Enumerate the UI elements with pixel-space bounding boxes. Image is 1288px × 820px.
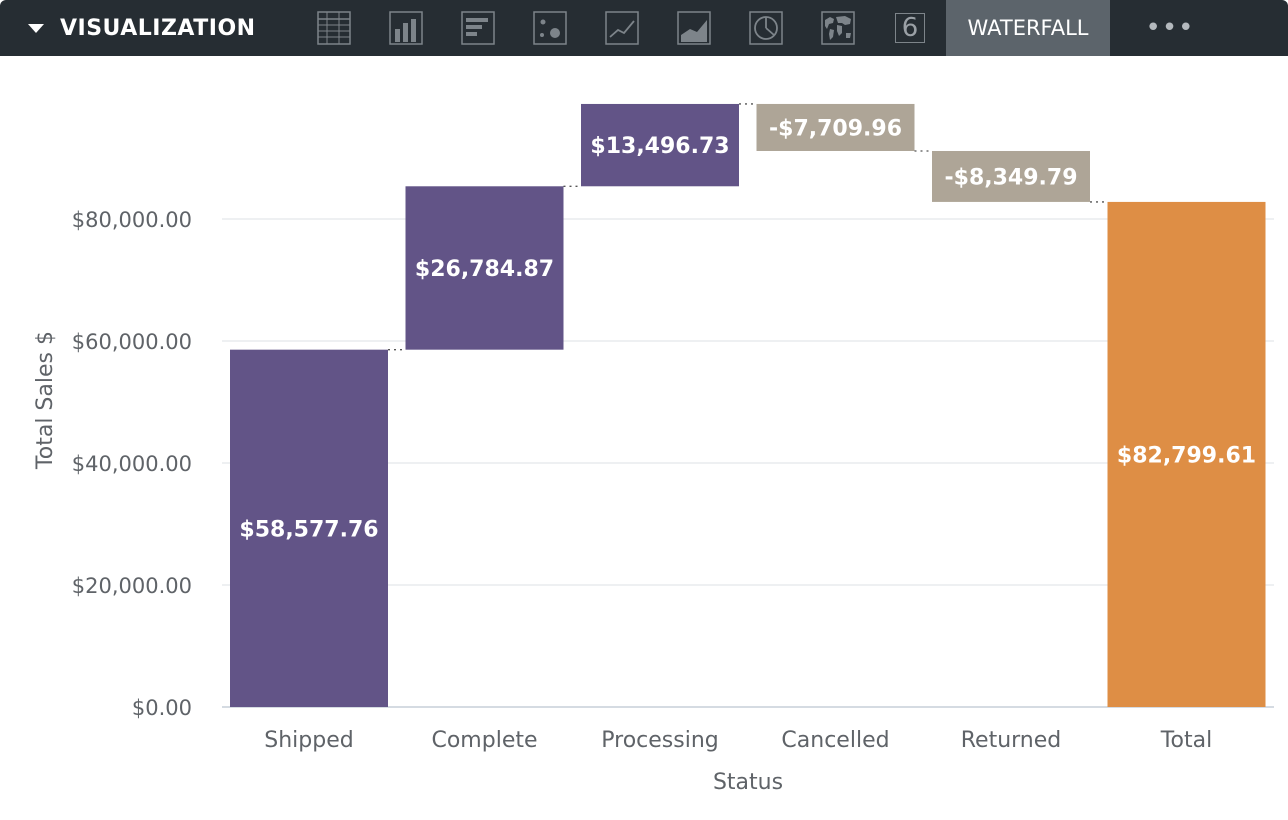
caret-down-icon (28, 23, 44, 33)
y-tick-label: $60,000.00 (72, 330, 192, 354)
data-label: $26,784.87 (415, 257, 554, 282)
x-tick-label: Complete (431, 728, 537, 753)
x-tick-label: Cancelled (781, 728, 889, 753)
tab-waterfall[interactable]: WATERFALL (946, 0, 1110, 56)
y-tick-label: $0.00 (132, 696, 192, 720)
more-options-label: ••• (1145, 13, 1195, 43)
y-tick-label: $80,000.00 (72, 208, 192, 232)
tab-waterfall-label: WATERFALL (967, 16, 1089, 40)
x-tick-label: Shipped (264, 728, 353, 753)
y-tick-label: $40,000.00 (72, 452, 192, 476)
scatter-chart-icon[interactable] (532, 10, 568, 46)
data-label: $58,577.76 (239, 517, 378, 542)
data-label: $82,799.61 (1117, 443, 1256, 468)
data-label: $13,496.73 (590, 134, 729, 159)
y-axis-title: Total Sales $ (33, 331, 58, 470)
map-icon[interactable] (820, 10, 856, 46)
x-tick-label: Processing (601, 728, 718, 753)
x-tick-label: Returned (961, 728, 1062, 753)
waterfall-chart: $0.00 $20,000.00 $40,000.00 $60,000.00 $80,0… (33, 103, 1274, 795)
table-icon[interactable] (316, 10, 352, 46)
single-value-icon[interactable]: 6 (892, 10, 928, 46)
pie-chart-icon[interactable] (748, 10, 784, 46)
line-chart-icon[interactable] (604, 10, 640, 46)
y-tick-label: $20,000.00 (72, 574, 192, 598)
visualization-title: VISUALIZATION (60, 15, 256, 41)
visualization-toolbar: VISUALIZATION 6 WATERFALL ••• (0, 0, 1288, 56)
single-value-glyph: 6 (895, 13, 925, 43)
visualization-toggle[interactable]: VISUALIZATION (28, 0, 256, 56)
column-chart-icon[interactable] (388, 10, 424, 46)
x-axis-title: Status (713, 770, 783, 795)
data-label: -$7,709.96 (769, 116, 902, 141)
bar-chart-icon[interactable] (460, 10, 496, 46)
area-chart-icon[interactable] (676, 10, 712, 46)
x-tick-label: Total (1160, 728, 1212, 753)
more-options-icon[interactable]: ••• (1146, 0, 1194, 56)
data-label: -$8,349.79 (945, 165, 1078, 190)
